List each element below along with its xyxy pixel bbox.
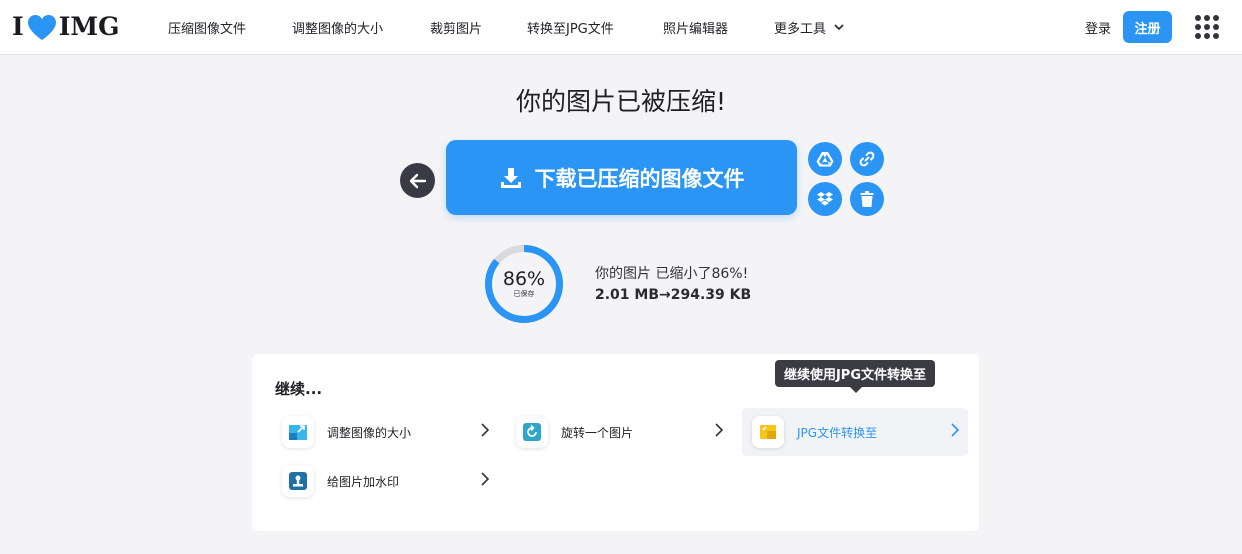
chevron-right-icon xyxy=(481,472,490,486)
tool-label: 旋转一个图片 xyxy=(561,425,634,440)
delete-button[interactable] xyxy=(850,182,884,216)
rotate-icon xyxy=(516,416,548,448)
nav-label: 照片编辑器 xyxy=(663,22,729,37)
savings-percent: 86% xyxy=(502,268,546,290)
google-drive-icon xyxy=(816,152,834,167)
ilovimg-logo[interactable]: I IMG xyxy=(12,12,119,42)
register-button[interactable]: 注册 xyxy=(1123,11,1172,43)
heart-icon xyxy=(27,14,56,40)
nav-photo-editor[interactable]: 照片编辑器 xyxy=(663,0,728,55)
tool-label: 给图片加水印 xyxy=(327,474,400,489)
nav-label: 裁剪图片 xyxy=(430,22,483,37)
tool-convert-from-jpg[interactable]: JPG文件转换至 xyxy=(742,408,968,456)
tooltip: 继续使用JPG文件转换至 xyxy=(775,360,935,393)
top-navbar: I IMG 压缩图像文件 调整图像的大小 裁剪图片 转换至JPG文件 照片编辑器… xyxy=(0,0,1242,55)
nav-convert-jpg[interactable]: 转换至JPG文件 xyxy=(527,0,614,55)
nav-label: 更多工具 xyxy=(774,22,827,37)
nav-label: 调整图像的大小 xyxy=(292,22,384,37)
logo-text-i: I xyxy=(12,12,24,41)
continue-heading: 继续... xyxy=(275,380,323,398)
arrow-left-icon xyxy=(409,173,426,188)
login-link[interactable]: 登录 xyxy=(1085,0,1111,55)
dropbox-icon xyxy=(817,192,833,206)
chevron-right-icon xyxy=(715,423,724,437)
page-title: 你的图片已被压缩! xyxy=(515,87,727,116)
download-label: 下载已压缩的图像文件 xyxy=(534,166,745,191)
chevron-right-icon xyxy=(481,423,490,437)
nav-compress[interactable]: 压缩图像文件 xyxy=(168,0,246,55)
savings-sub-label: 已保存 xyxy=(513,290,535,298)
tool-resize[interactable]: 调整图像的大小 xyxy=(272,408,498,456)
copy-link-button[interactable] xyxy=(850,142,884,176)
tool-label: JPG文件转换至 xyxy=(797,425,878,440)
savings-ring-label: 86% 已保存 xyxy=(484,268,564,299)
chevron-down-icon xyxy=(834,20,844,35)
tool-rotate[interactable]: 旋转一个图片 xyxy=(506,408,732,456)
tool-label: 调整图像的大小 xyxy=(327,425,412,440)
nav-resize[interactable]: 调整图像的大小 xyxy=(292,0,383,55)
google-drive-button[interactable] xyxy=(808,142,842,176)
nav-label: 转换至JPG文件 xyxy=(527,22,614,37)
download-icon xyxy=(500,167,521,188)
resize-icon xyxy=(282,416,314,448)
watermark-icon xyxy=(282,465,314,497)
apps-grid-icon[interactable] xyxy=(1195,15,1219,39)
back-button[interactable] xyxy=(400,163,435,198)
nav-label: 压缩图像文件 xyxy=(168,22,247,37)
link-icon xyxy=(859,151,875,167)
nav-more-tools[interactable]: 更多工具 xyxy=(774,0,844,55)
dropbox-button[interactable] xyxy=(808,182,842,216)
chevron-right-icon xyxy=(951,423,960,437)
nav-crop[interactable]: 裁剪图片 xyxy=(430,0,482,55)
convert-jpg-icon xyxy=(752,416,784,448)
download-button[interactable]: 下载已压缩的图像文件 xyxy=(446,140,797,215)
trash-icon xyxy=(860,191,874,207)
logo-text-img: IMG xyxy=(58,12,120,41)
size-change: 2.01 MB→294.39 KB xyxy=(595,287,752,303)
tool-watermark[interactable]: 给图片加水印 xyxy=(272,457,498,505)
saved-message: 你的图片 已缩小了86%! xyxy=(595,266,749,282)
